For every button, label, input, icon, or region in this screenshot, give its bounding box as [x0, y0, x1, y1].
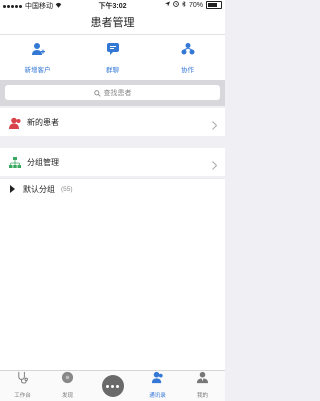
tab-contacts-label: 通讯录	[149, 393, 166, 399]
add-customer-button[interactable]: 新增客户	[0, 35, 75, 80]
tab-workbench-label: 工作台	[14, 393, 31, 399]
stethoscope-icon	[16, 371, 29, 389]
tab-bar: 工作台 发现 通讯录 我的	[0, 370, 225, 401]
group-management-row[interactable]: 分组管理	[0, 148, 225, 176]
collaboration-button[interactable]: 协作	[150, 35, 225, 80]
nav-bar: 患者管理	[0, 12, 225, 35]
location-icon	[164, 1, 170, 9]
add-user-icon	[31, 42, 45, 61]
collaboration-label: 协作	[181, 66, 194, 74]
profile-icon	[196, 371, 209, 389]
discover-icon	[61, 371, 74, 389]
content-area	[0, 198, 225, 370]
tab-workbench[interactable]: 工作台	[0, 371, 45, 401]
battery-icon	[206, 1, 222, 9]
tab-contacts[interactable]: 通讯录	[135, 371, 180, 401]
tab-profile-label: 我的	[196, 393, 208, 399]
add-customer-label: 新增客户	[24, 66, 51, 74]
group-chat-button[interactable]: 群聊	[75, 35, 150, 80]
tab-discover-label: 发现	[61, 393, 73, 399]
tab-center-chat[interactable]	[90, 371, 135, 401]
collaboration-icon	[181, 42, 195, 61]
group-name: 默认分组	[23, 184, 55, 194]
search-input[interactable]: 查找患者	[5, 85, 220, 100]
search-area: 查找患者	[0, 80, 225, 106]
center-chat-icon	[101, 375, 124, 397]
chevron-right-icon	[212, 117, 218, 135]
new-patients-label: 新的患者	[27, 117, 59, 127]
tab-discover[interactable]: 发现	[45, 371, 90, 401]
search-placeholder: 查找患者	[103, 89, 132, 97]
bluetooth-icon	[181, 0, 186, 9]
group-management-label: 分组管理	[27, 157, 59, 167]
contacts-icon	[151, 371, 164, 389]
chevron-right-icon	[212, 157, 218, 175]
status-bar: 中国移动 下午3:02 70%	[0, 0, 225, 12]
default-group-row[interactable]: 默认分组 (55)	[0, 178, 225, 199]
group-chat-label: 群聊	[106, 66, 119, 74]
tab-profile[interactable]: 我的	[180, 371, 225, 401]
action-bar: 新增客户 群聊 协作	[0, 35, 225, 80]
search-icon	[93, 84, 101, 102]
battery-percent: 70%	[188, 1, 203, 9]
org-chart-icon	[9, 156, 21, 168]
alarm-icon	[173, 1, 179, 9]
page-title: 患者管理	[90, 17, 135, 29]
new-patient-icon	[9, 116, 21, 129]
expand-triangle-icon	[10, 185, 15, 193]
group-count: (55)	[61, 185, 73, 193]
chat-icon	[106, 42, 120, 61]
new-patients-row[interactable]: 新的患者	[0, 108, 225, 136]
